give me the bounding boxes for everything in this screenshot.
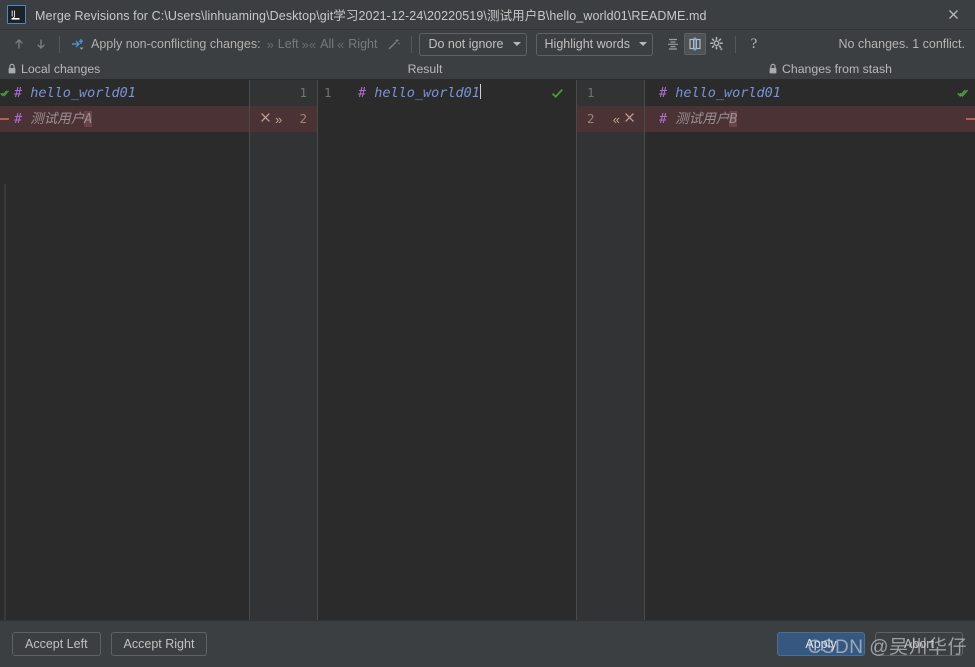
left-gutter-line-number: 1 <box>299 85 307 100</box>
right-line-1: # hello_world01 <box>645 80 781 106</box>
gear-icon[interactable] <box>706 33 728 55</box>
table-row: # hello_world01 <box>0 80 249 106</box>
left-gutter[interactable]: 1 » 2 <box>250 80 318 620</box>
highlight-policy-select[interactable]: Highlight words <box>535 32 653 56</box>
apply-right-label: Right <box>348 37 378 51</box>
merge-revisions-window: IJ Merge Revisions for C:\Users\linhuami… <box>0 0 975 667</box>
deleted-dash-icon <box>966 106 975 132</box>
left-scroll-strip[interactable] <box>4 184 6 620</box>
right-editor-pane[interactable]: # hello_world01 # 测试用户B <box>644 80 975 620</box>
accept-left-button[interactable]: Accept Left <box>12 632 101 656</box>
apply-left-button[interactable]: » Left <box>267 37 299 51</box>
header-local-changes-label: Local changes <box>21 61 101 76</box>
apply-all-label: All <box>320 37 335 51</box>
right-gutter-line-number: 2 <box>587 111 595 126</box>
table-row: # 测试用户B <box>645 106 975 132</box>
left-line-1: # hello_world01 <box>0 80 136 106</box>
left-gutter-line-number: 2 <box>299 111 307 126</box>
show-whitespace-icon[interactable] <box>683 33 706 55</box>
apply-nonconflicting-label: Apply non-conflicting changes: <box>91 37 261 51</box>
toolbar: Apply non-conflicting changes: » Left »«… <box>0 30 975 58</box>
deleted-dash-icon <box>0 106 9 132</box>
header-result: Result <box>250 58 725 79</box>
arrow-down-icon[interactable] <box>30 33 52 55</box>
close-icon[interactable] <box>931 0 975 29</box>
table-row: # 测试用户A <box>0 106 249 132</box>
toolbar-separator <box>59 35 60 53</box>
result-line-1-text: hello_world01 <box>366 85 480 101</box>
left-gutter-conflict-actions[interactable]: » <box>259 106 282 132</box>
apply-all-button[interactable]: »« All <box>302 37 334 51</box>
accepted-check-icon <box>957 80 968 106</box>
accept-right-icon[interactable]: » <box>275 113 282 126</box>
title-bar: IJ Merge Revisions for C:\Users\linhuami… <box>0 0 975 30</box>
result-line-1-hash: # <box>358 85 367 101</box>
accept-left-icon[interactable]: « <box>613 113 620 126</box>
right-line-2-hash: # <box>659 111 668 127</box>
highlight-policy-value: Highlight words <box>544 37 630 51</box>
merge-diff-area: # hello_world01 # 测试用户A 1 » 2 1 # hello_… <box>0 79 975 620</box>
result-editor-pane[interactable]: 1 # hello_world01 <box>318 80 576 620</box>
right-gutter[interactable]: 1 2 « <box>576 80 644 620</box>
header-local-changes: Local changes <box>0 58 250 79</box>
window-title: Merge Revisions for C:\Users\linhuaming\… <box>35 9 707 23</box>
arrow-up-icon[interactable] <box>8 33 30 55</box>
result-line-1-check-icon <box>551 80 564 106</box>
toolbar-separator-3 <box>734 35 736 53</box>
apply-left-label: Left <box>277 37 299 51</box>
lock-icon <box>7 63 17 75</box>
left-line-2: # 测试用户A <box>0 106 93 132</box>
svg-text:IJ: IJ <box>11 10 16 19</box>
right-line-2-tail: B <box>729 111 738 127</box>
right-gutter-conflict-actions[interactable]: « <box>613 106 636 132</box>
chevrons-both-icon: »« <box>301 36 317 52</box>
apply-button[interactable]: Apply <box>777 632 865 656</box>
left-line-2-tail: A <box>84 111 93 127</box>
pane-headers: Local changes Result Changes from stash <box>0 58 975 79</box>
apply-right-button[interactable]: « Right <box>337 37 377 51</box>
intellij-idea-icon: IJ <box>7 5 26 24</box>
lock-icon <box>768 63 778 75</box>
text-caret <box>479 84 481 99</box>
chevron-left-double-icon: « <box>337 36 345 52</box>
accepted-check-icon <box>0 80 9 106</box>
chevron-right-double-icon: » <box>266 36 274 52</box>
right-line-1-hash: # <box>659 85 668 101</box>
toolbar-separator-2 <box>411 35 413 53</box>
abort-button[interactable]: Abort <box>875 632 963 656</box>
ignore-policy-value: Do not ignore <box>428 37 504 51</box>
right-line-1-text: hello_world01 <box>667 85 781 101</box>
left-line-1-text: hello_world01 <box>22 85 136 101</box>
header-changes-from-stash: Changes from stash <box>725 58 975 79</box>
left-line-2-hash: # <box>14 111 23 127</box>
left-editor-pane[interactable]: # hello_world01 # 测试用户A <box>0 80 250 620</box>
accept-right-button[interactable]: Accept Right <box>110 632 208 656</box>
ignore-policy-select[interactable]: Do not ignore <box>419 32 527 56</box>
right-gutter-line-number: 1 <box>587 85 595 100</box>
help-icon[interactable]: ? <box>743 33 765 55</box>
magic-resolve-icon[interactable] <box>67 33 89 55</box>
right-line-2-text: 测试用户 <box>667 111 730 127</box>
header-changes-from-stash-label: Changes from stash <box>781 61 893 76</box>
table-row: # hello_world01 <box>645 80 975 106</box>
result-line-1[interactable]: # hello_world01 <box>346 80 481 106</box>
header-result-label: Result <box>407 61 443 76</box>
chevron-down-icon <box>638 42 647 46</box>
right-line-2: # 测试用户B <box>645 106 738 132</box>
diff-status-text: No changes. 1 conflict. <box>838 37 965 51</box>
magic-wand-icon[interactable] <box>382 33 404 55</box>
table-row <box>318 106 576 132</box>
table-row: # hello_world01 <box>318 80 576 106</box>
left-line-1-hash: # <box>14 85 23 101</box>
footer-actions: Apply Abort <box>777 632 963 656</box>
chevron-down-icon <box>512 42 521 46</box>
collapse-unchanged-icon[interactable] <box>662 33 684 55</box>
revert-icon[interactable] <box>623 111 636 127</box>
footer-bar: Accept Left Accept Right Apply Abort CSD… <box>0 620 975 667</box>
revert-icon[interactable] <box>259 111 272 127</box>
left-line-2-text: 测试用户 <box>22 111 85 127</box>
